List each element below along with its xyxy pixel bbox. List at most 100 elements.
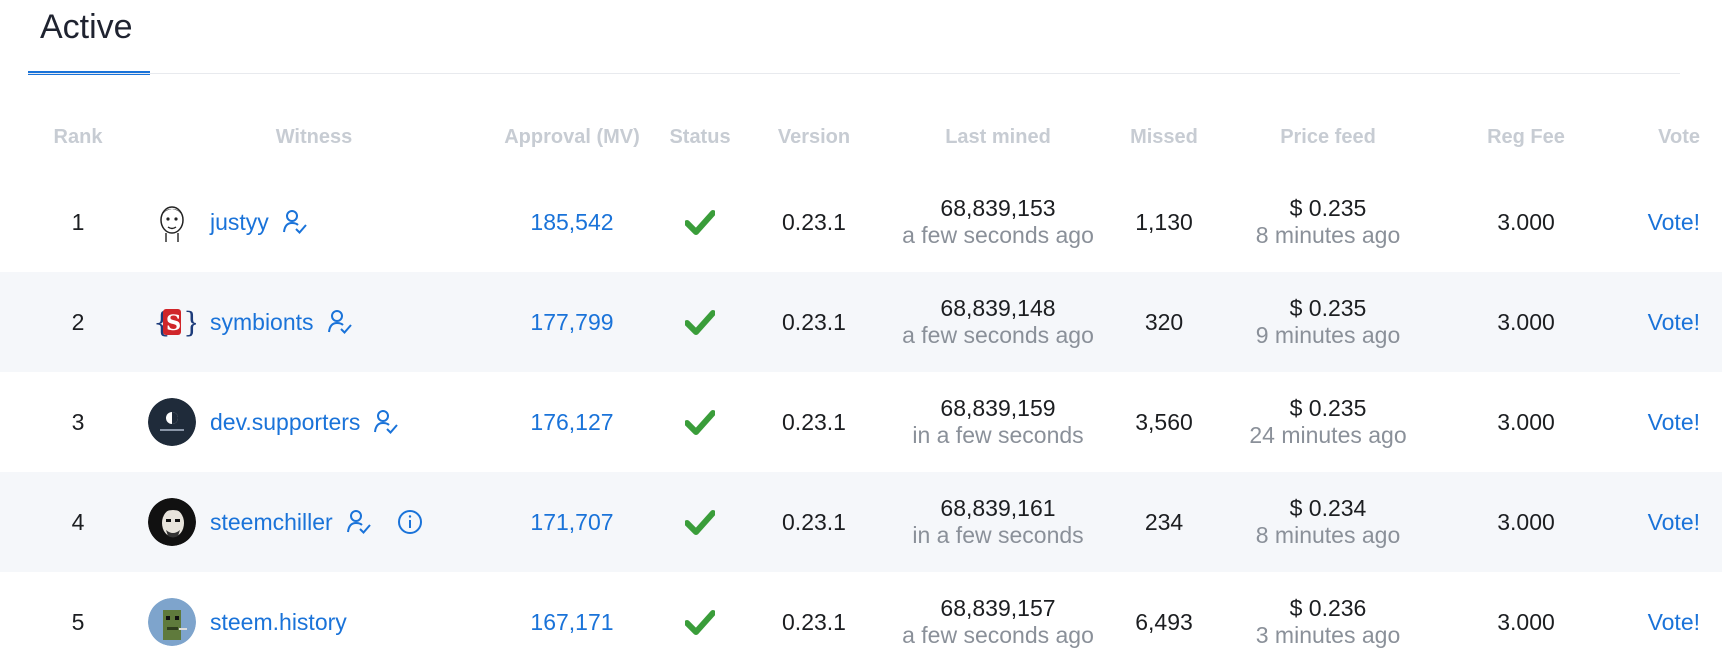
- avatar[interactable]: [148, 498, 196, 546]
- reg-fee-cell: 3.000: [1497, 508, 1555, 535]
- version-cell: 0.23.1: [782, 208, 846, 235]
- column-header-last-mined[interactable]: Last mined: [880, 126, 1116, 149]
- witness-cell: {}S symbionts: [148, 272, 488, 372]
- avatar[interactable]: {}S: [148, 298, 196, 346]
- price-feed-time: 24 minutes ago: [1249, 422, 1407, 448]
- svg-text:S: S: [166, 310, 181, 335]
- last-mined-block: 68,839,148: [940, 295, 1056, 321]
- witness-cell: steemchiller: [148, 472, 488, 572]
- status-cell: [660, 272, 740, 372]
- version-cell: 0.23.1: [782, 408, 846, 435]
- witness-cell: dev.supporters: [148, 372, 488, 472]
- svg-text:}: }: [183, 306, 196, 339]
- witness-link[interactable]: steemchiller: [210, 509, 333, 536]
- verified-person-icon[interactable]: [345, 508, 373, 536]
- last-mined-cell: 68,839,157 a few seconds ago: [880, 572, 1116, 672]
- check-icon: [685, 410, 715, 435]
- last-mined-block: 68,839,153: [940, 195, 1056, 221]
- missed-cell: 6,493: [1135, 608, 1193, 635]
- price-feed-value: $ 0.234: [1289, 495, 1367, 521]
- approval-link[interactable]: 167,171: [492, 572, 652, 672]
- column-header-approval[interactable]: Approval (MV): [492, 126, 652, 149]
- price-feed-value: $ 0.235: [1289, 395, 1367, 421]
- avatar[interactable]: [148, 198, 196, 246]
- column-header-reg-fee[interactable]: Reg Fee: [1476, 126, 1576, 149]
- vote-link[interactable]: Vote!: [1600, 372, 1700, 472]
- price-feed-time: 8 minutes ago: [1255, 222, 1401, 248]
- witness-link[interactable]: justyy: [210, 209, 269, 236]
- column-header-version[interactable]: Version: [762, 126, 866, 149]
- status-cell: [660, 472, 740, 572]
- check-icon: [685, 210, 715, 235]
- column-header-vote: Vote: [1658, 126, 1700, 148]
- tab-active[interactable]: Active: [28, 0, 150, 75]
- vote-link[interactable]: Vote!: [1600, 572, 1700, 672]
- vote-link[interactable]: Vote!: [1600, 472, 1700, 572]
- approval-link[interactable]: 176,127: [492, 372, 652, 472]
- last-mined-time: a few seconds ago: [902, 222, 1094, 248]
- column-header-price-feed[interactable]: Price feed: [1218, 126, 1438, 149]
- reg-fee-cell: 3.000: [1497, 208, 1555, 235]
- table-row: 2 {}S symbionts 177,799 0.23.1 68,839,14…: [0, 272, 1722, 372]
- avatar[interactable]: [148, 598, 196, 646]
- verified-person-icon[interactable]: [326, 308, 354, 336]
- tab-bar: Active: [0, 0, 1722, 75]
- last-mined-time: in a few seconds: [912, 422, 1084, 448]
- approval-link[interactable]: 185,542: [492, 172, 652, 272]
- price-feed-cell: $ 0.235 9 minutes ago: [1218, 272, 1438, 372]
- witness-link[interactable]: dev.supporters: [210, 409, 360, 436]
- last-mined-cell: 68,839,161 in a few seconds: [880, 472, 1116, 572]
- last-mined-time: a few seconds ago: [902, 322, 1094, 348]
- info-icon[interactable]: [397, 509, 423, 535]
- verified-person-icon[interactable]: [281, 208, 309, 236]
- status-cell: [660, 172, 740, 272]
- check-icon: [685, 310, 715, 335]
- vote-link[interactable]: Vote!: [1600, 172, 1700, 272]
- tab-divider: [28, 73, 1680, 74]
- rank-cell: 5: [71, 608, 85, 635]
- price-feed-cell: $ 0.235 24 minutes ago: [1218, 372, 1438, 472]
- status-cell: [660, 372, 740, 472]
- column-header-status[interactable]: Status: [660, 126, 740, 149]
- price-feed-time: 3 minutes ago: [1255, 622, 1401, 648]
- last-mined-block: 68,839,161: [940, 495, 1056, 521]
- approval-link[interactable]: 177,799: [492, 272, 652, 372]
- missed-cell: 3,560: [1135, 408, 1193, 435]
- price-feed-value: $ 0.235: [1289, 295, 1367, 321]
- witness-cell: justyy: [148, 172, 488, 272]
- check-icon: [685, 510, 715, 535]
- last-mined-block: 68,839,157: [940, 595, 1056, 621]
- version-cell: 0.23.1: [782, 608, 846, 635]
- missed-cell: 1,130: [1135, 208, 1193, 235]
- price-feed-cell: $ 0.235 8 minutes ago: [1218, 172, 1438, 272]
- table-row: 3 dev.supporters 176,127 0.23.1 68,839,1…: [0, 372, 1722, 472]
- witness-link[interactable]: steem.history: [210, 609, 347, 636]
- missed-cell: 234: [1144, 508, 1184, 535]
- witness-link[interactable]: symbionts: [210, 309, 314, 336]
- last-mined-block: 68,839,159: [940, 395, 1056, 421]
- avatar[interactable]: [148, 398, 196, 446]
- column-header-witness[interactable]: Witness: [150, 126, 478, 149]
- table-row: 1 justyy 185,542 0.23.1 68,839,153 a few…: [0, 172, 1722, 272]
- version-cell: 0.23.1: [782, 508, 846, 535]
- version-cell: 0.23.1: [782, 308, 846, 335]
- table-header: Rank Witness Approval (MV) Status Versio…: [0, 118, 1722, 158]
- vote-link[interactable]: Vote!: [1600, 272, 1700, 372]
- column-header-rank[interactable]: Rank: [38, 126, 118, 149]
- table-row: 4 steemchiller 171,707 0.23.1 68,839,161…: [0, 472, 1722, 572]
- last-mined-time: a few seconds ago: [902, 622, 1094, 648]
- verified-person-icon[interactable]: [372, 408, 400, 436]
- price-feed-cell: $ 0.236 3 minutes ago: [1218, 572, 1438, 672]
- last-mined-cell: 68,839,159 in a few seconds: [880, 372, 1116, 472]
- rank-cell: 3: [71, 408, 85, 435]
- last-mined-cell: 68,839,153 a few seconds ago: [880, 172, 1116, 272]
- price-feed-time: 9 minutes ago: [1255, 322, 1401, 348]
- column-header-missed[interactable]: Missed: [1120, 126, 1208, 149]
- last-mined-time: in a few seconds: [912, 522, 1084, 548]
- table-row: 5 steem.history 167,171 0.23.1 68,839,15…: [0, 572, 1722, 672]
- rank-cell: 1: [71, 208, 85, 235]
- rank-cell: 2: [71, 308, 85, 335]
- approval-link[interactable]: 171,707: [492, 472, 652, 572]
- status-cell: [660, 572, 740, 672]
- rank-cell: 4: [71, 508, 85, 535]
